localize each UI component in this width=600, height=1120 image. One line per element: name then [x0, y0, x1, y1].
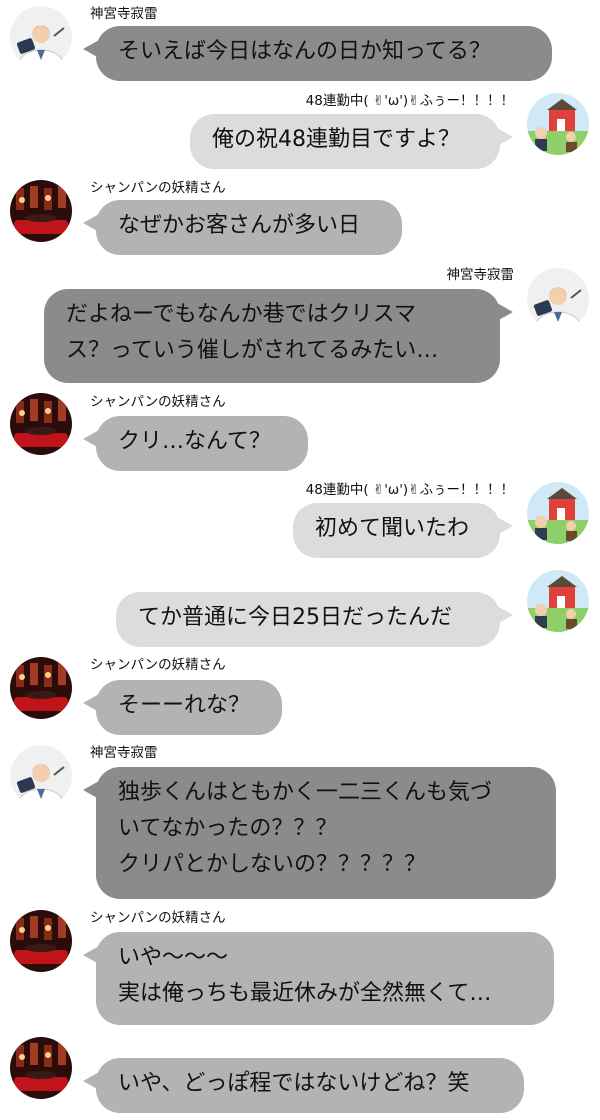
- bar-avatar-icon: [10, 1037, 72, 1099]
- sender-name: シャンパンの妖精さん: [90, 180, 226, 196]
- sender-name: 神宮寺寂雷: [90, 6, 158, 22]
- avatar-shampagne[interactable]: [10, 1037, 72, 1099]
- sender-name: シャンパンの妖精さん: [90, 394, 226, 410]
- sender-name: シャンパンの妖精さん: [90, 910, 226, 926]
- message-bubble[interactable]: クリ…なんて？: [83, 416, 308, 471]
- avatar-doppo[interactable]: [527, 570, 589, 632]
- message-bubble[interactable]: そーーれな？: [83, 680, 282, 735]
- avatar-shampagne[interactable]: [10, 393, 72, 455]
- farm-avatar-icon: [527, 93, 589, 155]
- avatar-doppo[interactable]: [527, 482, 589, 544]
- message-bubble[interactable]: そいえば今日はなんの日か知ってる？: [83, 26, 552, 81]
- bar-avatar-icon: [10, 910, 72, 972]
- message-bubble[interactable]: 独歩くんはともかく一二三くんも気づ いてなかったの？？？ クリパとかしないの？？…: [83, 767, 556, 899]
- sender-name: シャンパンの妖精さん: [90, 657, 226, 673]
- message-bubble[interactable]: いや〜〜〜 実は俺っちも最近休みが全然無くて…: [83, 932, 554, 1025]
- message-bubble[interactable]: いや、どっぽ程ではないけどね？笑: [83, 1058, 524, 1113]
- avatar-doppo[interactable]: [527, 93, 589, 155]
- avatar-jinguji[interactable]: [10, 6, 72, 68]
- message-bubble[interactable]: なぜかお客さんが多い日: [83, 200, 402, 255]
- avatar-shampagne[interactable]: [10, 180, 72, 242]
- doctor-avatar-icon: [10, 6, 72, 68]
- doctor-avatar-icon: [527, 268, 589, 330]
- sender-name: 48連勤中( ✌︎'ω')✌︎ふぅー！！！！: [305, 93, 514, 109]
- message-bubble[interactable]: 俺の祝48連勤目ですよ？: [190, 114, 513, 169]
- avatar-jinguji[interactable]: [10, 745, 72, 807]
- avatar-jinguji[interactable]: [527, 268, 589, 330]
- sender-name: 神宮寺寂雷: [90, 745, 158, 761]
- farm-avatar-icon: [527, 482, 589, 544]
- farm-avatar-icon: [527, 570, 589, 632]
- bar-avatar-icon: [10, 180, 72, 242]
- avatar-shampagne[interactable]: [10, 657, 72, 719]
- message-bubble[interactable]: 初めて聞いたわ: [293, 503, 513, 558]
- chat-log: 神宮寺寂雷 そいえば今日はなんの日か知ってる？ 48連勤中( ✌︎'ω')✌︎ふ…: [0, 0, 600, 1120]
- sender-name: 神宮寺寂雷: [446, 267, 515, 283]
- bar-avatar-icon: [10, 393, 72, 455]
- avatar-shampagne[interactable]: [10, 910, 72, 972]
- bar-avatar-icon: [10, 657, 72, 719]
- message-bubble[interactable]: だよねーでもなんか巷ではクリスマ ス？っていう催しがされてるみたい…: [44, 289, 513, 383]
- doctor-avatar-icon: [10, 745, 72, 807]
- message-bubble[interactable]: てか普通に今日25日だったんだ: [116, 592, 513, 647]
- sender-name: 48連勤中( ✌︎'ω')✌︎ふぅー！！！！: [305, 482, 514, 498]
